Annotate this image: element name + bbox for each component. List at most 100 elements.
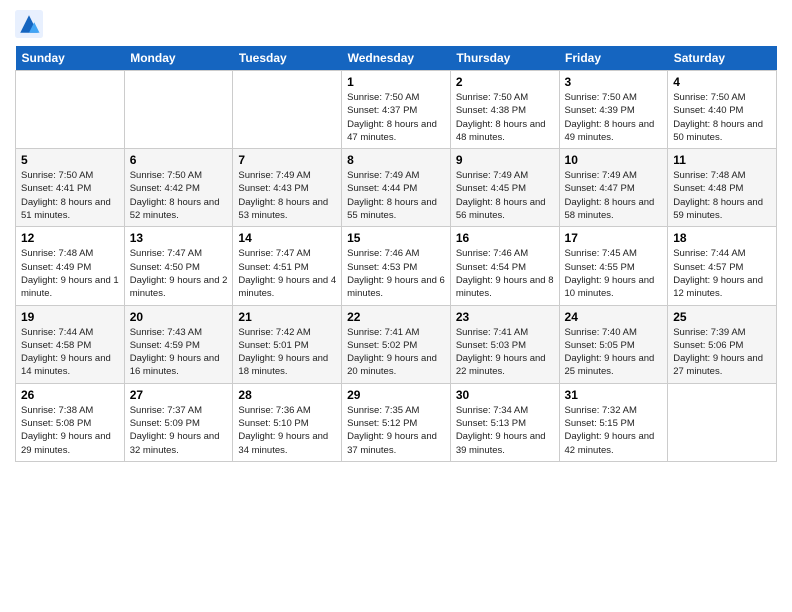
calendar-cell: 23 Sunrise: 7:41 AM Sunset: 5:03 PM Dayli…	[450, 305, 559, 383]
week-row-0: 1 Sunrise: 7:50 AM Sunset: 4:37 PM Daylig…	[16, 71, 777, 149]
calendar-cell: 1 Sunrise: 7:50 AM Sunset: 4:37 PM Daylig…	[342, 71, 451, 149]
day-info: Sunrise: 7:45 AM Sunset: 4:55 PM Dayligh…	[565, 247, 663, 300]
day-number: 26	[21, 388, 119, 402]
calendar-cell: 27 Sunrise: 7:37 AM Sunset: 5:09 PM Dayli…	[124, 383, 233, 461]
day-info: Sunrise: 7:50 AM Sunset: 4:39 PM Dayligh…	[565, 91, 663, 144]
weekday-header-saturday: Saturday	[668, 46, 777, 71]
calendar-cell: 18 Sunrise: 7:44 AM Sunset: 4:57 PM Dayli…	[668, 227, 777, 305]
calendar: SundayMondayTuesdayWednesdayThursdayFrid…	[15, 46, 777, 462]
calendar-cell: 12 Sunrise: 7:48 AM Sunset: 4:49 PM Dayli…	[16, 227, 125, 305]
calendar-cell: 10 Sunrise: 7:49 AM Sunset: 4:47 PM Dayli…	[559, 149, 668, 227]
day-number: 22	[347, 310, 445, 324]
week-row-3: 19 Sunrise: 7:44 AM Sunset: 4:58 PM Dayli…	[16, 305, 777, 383]
day-info: Sunrise: 7:50 AM Sunset: 4:38 PM Dayligh…	[456, 91, 554, 144]
day-number: 29	[347, 388, 445, 402]
day-number: 23	[456, 310, 554, 324]
calendar-cell: 21 Sunrise: 7:42 AM Sunset: 5:01 PM Dayli…	[233, 305, 342, 383]
day-number: 7	[238, 153, 336, 167]
logo-icon	[15, 10, 43, 38]
calendar-cell: 13 Sunrise: 7:47 AM Sunset: 4:50 PM Dayli…	[124, 227, 233, 305]
calendar-cell: 4 Sunrise: 7:50 AM Sunset: 4:40 PM Daylig…	[668, 71, 777, 149]
day-number: 10	[565, 153, 663, 167]
day-number: 27	[130, 388, 228, 402]
weekday-header-sunday: Sunday	[16, 46, 125, 71]
calendar-cell: 7 Sunrise: 7:49 AM Sunset: 4:43 PM Daylig…	[233, 149, 342, 227]
day-info: Sunrise: 7:37 AM Sunset: 5:09 PM Dayligh…	[130, 404, 228, 457]
day-info: Sunrise: 7:32 AM Sunset: 5:15 PM Dayligh…	[565, 404, 663, 457]
calendar-cell: 22 Sunrise: 7:41 AM Sunset: 5:02 PM Dayli…	[342, 305, 451, 383]
day-info: Sunrise: 7:36 AM Sunset: 5:10 PM Dayligh…	[238, 404, 336, 457]
day-number: 3	[565, 75, 663, 89]
day-info: Sunrise: 7:48 AM Sunset: 4:49 PM Dayligh…	[21, 247, 119, 300]
day-info: Sunrise: 7:47 AM Sunset: 4:50 PM Dayligh…	[130, 247, 228, 300]
day-number: 19	[21, 310, 119, 324]
day-number: 15	[347, 231, 445, 245]
calendar-cell	[124, 71, 233, 149]
day-number: 13	[130, 231, 228, 245]
day-info: Sunrise: 7:50 AM Sunset: 4:40 PM Dayligh…	[673, 91, 771, 144]
day-info: Sunrise: 7:49 AM Sunset: 4:45 PM Dayligh…	[456, 169, 554, 222]
day-number: 21	[238, 310, 336, 324]
weekday-header-wednesday: Wednesday	[342, 46, 451, 71]
calendar-cell: 19 Sunrise: 7:44 AM Sunset: 4:58 PM Dayli…	[16, 305, 125, 383]
calendar-cell	[16, 71, 125, 149]
calendar-cell: 16 Sunrise: 7:46 AM Sunset: 4:54 PM Dayli…	[450, 227, 559, 305]
day-info: Sunrise: 7:44 AM Sunset: 4:58 PM Dayligh…	[21, 326, 119, 379]
header-row	[15, 10, 777, 38]
calendar-cell: 28 Sunrise: 7:36 AM Sunset: 5:10 PM Dayli…	[233, 383, 342, 461]
day-info: Sunrise: 7:44 AM Sunset: 4:57 PM Dayligh…	[673, 247, 771, 300]
calendar-cell: 14 Sunrise: 7:47 AM Sunset: 4:51 PM Dayli…	[233, 227, 342, 305]
day-number: 1	[347, 75, 445, 89]
day-info: Sunrise: 7:42 AM Sunset: 5:01 PM Dayligh…	[238, 326, 336, 379]
day-number: 17	[565, 231, 663, 245]
day-info: Sunrise: 7:39 AM Sunset: 5:06 PM Dayligh…	[673, 326, 771, 379]
calendar-cell: 6Sunrise: 7:50 AM Sunset: 4:42 PM Daylig…	[124, 149, 233, 227]
day-number: 6	[130, 153, 228, 167]
day-info: Sunrise: 7:49 AM Sunset: 4:47 PM Dayligh…	[565, 169, 663, 222]
day-number: 4	[673, 75, 771, 89]
day-info: Sunrise: 7:34 AM Sunset: 5:13 PM Dayligh…	[456, 404, 554, 457]
calendar-cell: 25 Sunrise: 7:39 AM Sunset: 5:06 PM Dayli…	[668, 305, 777, 383]
day-number: 20	[130, 310, 228, 324]
day-info: Sunrise: 7:50 AM Sunset: 4:41 PM Dayligh…	[21, 169, 119, 222]
day-number: 14	[238, 231, 336, 245]
day-number: 5	[21, 153, 119, 167]
weekday-header-tuesday: Tuesday	[233, 46, 342, 71]
day-number: 25	[673, 310, 771, 324]
day-info: Sunrise: 7:41 AM Sunset: 5:03 PM Dayligh…	[456, 326, 554, 379]
day-info: Sunrise: 7:50 AM Sunset: 4:37 PM Dayligh…	[347, 91, 445, 144]
calendar-cell: 9 Sunrise: 7:49 AM Sunset: 4:45 PM Daylig…	[450, 149, 559, 227]
calendar-cell	[668, 383, 777, 461]
weekday-header-monday: Monday	[124, 46, 233, 71]
day-number: 11	[673, 153, 771, 167]
day-number: 12	[21, 231, 119, 245]
calendar-header: SundayMondayTuesdayWednesdayThursdayFrid…	[16, 46, 777, 71]
day-number: 28	[238, 388, 336, 402]
day-info: Sunrise: 7:41 AM Sunset: 5:02 PM Dayligh…	[347, 326, 445, 379]
calendar-cell: 29Sunrise: 7:35 AM Sunset: 5:12 PM Dayli…	[342, 383, 451, 461]
day-info: Sunrise: 7:43 AM Sunset: 4:59 PM Dayligh…	[130, 326, 228, 379]
day-number: 16	[456, 231, 554, 245]
weekday-header-row: SundayMondayTuesdayWednesdayThursdayFrid…	[16, 46, 777, 71]
day-info: Sunrise: 7:46 AM Sunset: 4:53 PM Dayligh…	[347, 247, 445, 300]
day-number: 31	[565, 388, 663, 402]
week-row-1: 5 Sunrise: 7:50 AM Sunset: 4:41 PM Daylig…	[16, 149, 777, 227]
day-info: Sunrise: 7:49 AM Sunset: 4:43 PM Dayligh…	[238, 169, 336, 222]
day-info: Sunrise: 7:48 AM Sunset: 4:48 PM Dayligh…	[673, 169, 771, 222]
calendar-cell: 5 Sunrise: 7:50 AM Sunset: 4:41 PM Daylig…	[16, 149, 125, 227]
calendar-cell: 30Sunrise: 7:34 AM Sunset: 5:13 PM Dayli…	[450, 383, 559, 461]
calendar-cell: 3 Sunrise: 7:50 AM Sunset: 4:39 PM Daylig…	[559, 71, 668, 149]
calendar-body: 1 Sunrise: 7:50 AM Sunset: 4:37 PM Daylig…	[16, 71, 777, 462]
day-info: Sunrise: 7:38 AM Sunset: 5:08 PM Dayligh…	[21, 404, 119, 457]
calendar-cell: 15 Sunrise: 7:46 AM Sunset: 4:53 PM Dayli…	[342, 227, 451, 305]
day-number: 9	[456, 153, 554, 167]
day-info: Sunrise: 7:46 AM Sunset: 4:54 PM Dayligh…	[456, 247, 554, 300]
week-row-4: 26 Sunrise: 7:38 AM Sunset: 5:08 PM Dayli…	[16, 383, 777, 461]
day-number: 8	[347, 153, 445, 167]
day-info: Sunrise: 7:47 AM Sunset: 4:51 PM Dayligh…	[238, 247, 336, 300]
calendar-cell	[233, 71, 342, 149]
calendar-cell: 26 Sunrise: 7:38 AM Sunset: 5:08 PM Dayli…	[16, 383, 125, 461]
day-number: 18	[673, 231, 771, 245]
calendar-cell: 11 Sunrise: 7:48 AM Sunset: 4:48 PM Dayli…	[668, 149, 777, 227]
calendar-cell: 17 Sunrise: 7:45 AM Sunset: 4:55 PM Dayli…	[559, 227, 668, 305]
